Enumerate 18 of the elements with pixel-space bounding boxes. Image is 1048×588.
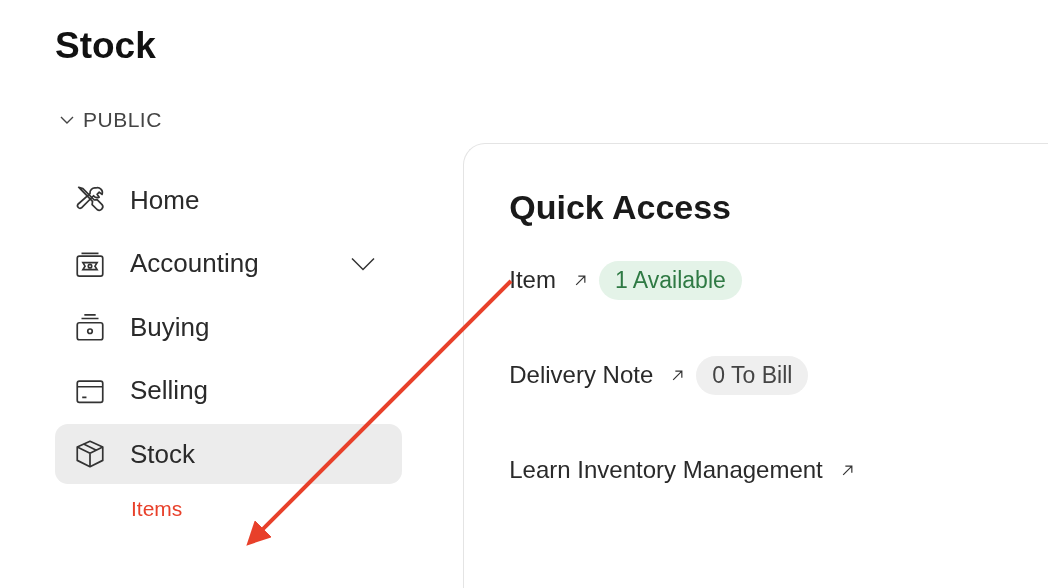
count-badge: 1 Available [598, 260, 742, 300]
sidebar-item[interactable]: Accounting [55, 233, 403, 294]
shortcut-link[interactable]: Learn Inventory Management [509, 456, 854, 484]
shortcut-link[interactable]: Delivery Note [509, 361, 685, 389]
sidebar-item[interactable]: Stock [55, 424, 403, 484]
external-link-icon [840, 463, 854, 477]
section-toggle[interactable]: PUBLIC [59, 108, 162, 132]
external-link-icon [671, 368, 685, 382]
sidebar-item[interactable]: Buying [55, 297, 403, 357]
shortcut-link[interactable]: Item [509, 266, 587, 294]
count-badge: 0 To Bill [696, 355, 809, 395]
sidebar-item[interactable]: Home [55, 170, 403, 230]
page-title: Stock [55, 24, 157, 68]
section-title: Quick Access [509, 188, 733, 227]
external-link-icon [573, 273, 587, 287]
sidebar-subitem[interactable]: Items [131, 496, 183, 521]
chevron-down-icon[interactable] [351, 256, 376, 271]
sidebar-item[interactable]: Selling [55, 360, 403, 421]
